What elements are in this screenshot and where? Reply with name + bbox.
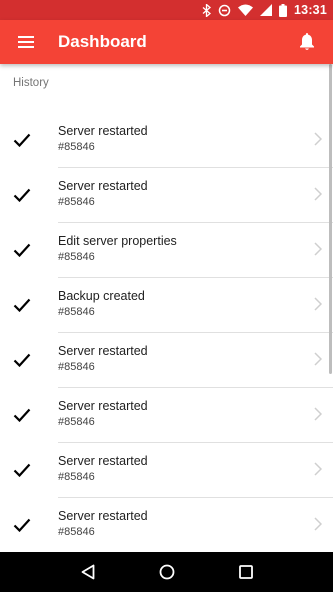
check-icon	[13, 463, 31, 482]
list-item-title: Server restarted	[58, 509, 148, 523]
chevron-right-icon	[314, 517, 323, 536]
page-title: Dashboard	[58, 32, 147, 51]
history-list: Server restarted #85846 Server restarted #8…	[0, 113, 333, 552]
scrollbar[interactable]	[329, 64, 332, 374]
section-header: History	[13, 77, 49, 89]
list-item-text: Server restarted #85846	[58, 123, 148, 155]
home-icon	[159, 564, 174, 580]
list-item-title: Server restarted	[58, 399, 148, 413]
list-item-subtitle: #85846	[58, 196, 95, 208]
wifi-icon	[238, 4, 254, 16]
vibrate-icon	[218, 4, 231, 17]
list-item-text: Server restarted #85846	[58, 178, 148, 210]
battery-icon	[279, 3, 288, 17]
list-item-text: Server restarted #85846	[58, 343, 148, 375]
bluetooth-icon	[202, 3, 212, 17]
list-item-title: Edit server properties	[58, 234, 177, 248]
list-item-subtitle: #85846	[58, 471, 95, 483]
menu-button[interactable]	[0, 20, 52, 64]
list-item-text: Backup created #85846	[58, 288, 145, 320]
list-item[interactable]: Edit server properties #85846	[0, 223, 333, 278]
list-item-subtitle: #85846	[58, 526, 95, 538]
list-item-title: Server restarted	[58, 344, 148, 358]
list-item-title: Backup created	[58, 289, 145, 303]
list-item-subtitle: #85846	[58, 361, 95, 373]
back-icon	[81, 564, 94, 580]
list-item[interactable]: Backup created #85846	[0, 278, 333, 333]
status-time: 13:31	[294, 3, 327, 17]
check-icon	[13, 408, 31, 427]
list-item[interactable]: Server restarted #85846	[0, 168, 333, 223]
chevron-right-icon	[314, 352, 323, 371]
list-item-text: Server restarted #85846	[58, 398, 148, 430]
list-item-title: Server restarted	[58, 124, 148, 138]
notifications-button[interactable]	[281, 20, 333, 64]
check-icon	[13, 243, 31, 262]
chevron-right-icon	[314, 242, 323, 261]
bell-icon	[300, 33, 314, 50]
check-icon	[13, 353, 31, 372]
back-button[interactable]	[68, 552, 108, 592]
recents-button[interactable]	[226, 552, 266, 592]
list-item[interactable]: Server restarted #85846	[0, 113, 333, 168]
list-item[interactable]: Server restarted #85846	[0, 498, 333, 552]
chevron-right-icon	[314, 462, 323, 481]
recents-icon	[238, 565, 253, 579]
list-item-subtitle: #85846	[58, 251, 95, 263]
app-bar: Dashboard	[0, 20, 333, 64]
chevron-right-icon	[314, 132, 323, 151]
signal-icon	[260, 4, 273, 16]
home-button[interactable]	[147, 552, 187, 592]
status-bar: 13:31	[0, 0, 333, 20]
list-item[interactable]: Server restarted #85846	[0, 388, 333, 443]
list-item-subtitle: #85846	[58, 306, 95, 318]
menu-icon	[18, 36, 34, 48]
list-item-text: Edit server properties #85846	[58, 233, 177, 265]
list-item-title: Server restarted	[58, 179, 148, 193]
chevron-right-icon	[314, 297, 323, 316]
history-content[interactable]: History Server restarted #85846 Server res…	[0, 64, 333, 552]
list-item-subtitle: #85846	[58, 141, 95, 153]
list-item[interactable]: Server restarted #85846	[0, 443, 333, 498]
chevron-right-icon	[314, 187, 323, 206]
chevron-right-icon	[314, 407, 323, 426]
check-icon	[13, 518, 31, 537]
list-item[interactable]: Server restarted #85846	[0, 333, 333, 388]
check-icon	[13, 133, 31, 152]
list-item-text: Server restarted #85846	[58, 453, 148, 485]
check-icon	[13, 188, 31, 207]
list-item-title: Server restarted	[58, 454, 148, 468]
list-item-subtitle: #85846	[58, 416, 95, 428]
list-item-text: Server restarted #85846	[58, 508, 148, 540]
check-icon	[13, 298, 31, 317]
navigation-bar	[0, 552, 333, 592]
